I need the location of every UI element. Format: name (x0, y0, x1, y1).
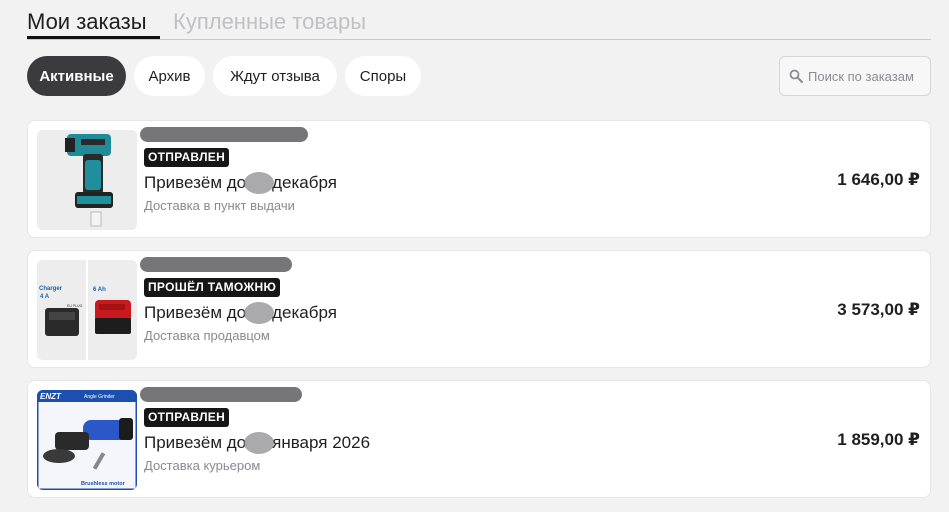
tab-my-orders[interactable]: Мои заказы (27, 8, 147, 36)
delivery-month: декабря (272, 173, 337, 192)
product-type-label: Angle Grinder (84, 394, 115, 400)
impact-driver-image (37, 130, 137, 230)
search-icon (789, 69, 803, 83)
plug-label: EU PLUG (67, 304, 83, 308)
redacted-title (140, 387, 302, 402)
order-card[interactable]: Charger 4 A EU PLUG 6 Ah ПРОШЁЛ ТАМОЖНЮ … (27, 250, 931, 368)
delivery-month: января 2026 (272, 433, 371, 452)
delivery-date: Привезём до января 2026 (144, 432, 370, 454)
order-card[interactable]: ОТПРАВЛЕН Привезём до декабря Доставка в… (27, 120, 931, 238)
delivery-date: Привезём до декабря (144, 302, 337, 324)
delivery-month: декабря (272, 303, 337, 322)
filter-archive[interactable]: Архив (134, 56, 205, 96)
search-input[interactable]: Поиск по заказам (779, 56, 931, 96)
filter-active[interactable]: Активные (27, 56, 126, 96)
order-price: 1 859,00 ₽ (837, 430, 920, 449)
status-badge: ПРОШЁЛ ТАМОЖНЮ (144, 278, 281, 297)
filter-awaiting-review[interactable]: Ждут отзыва (213, 56, 337, 96)
redacted-title (140, 257, 292, 272)
orders-page: Мои заказы Купленные товары Активные Арх… (0, 0, 949, 512)
charger-battery-image: Charger 4 A EU PLUG 6 Ah (37, 260, 137, 360)
battery-label: 6 Ah (93, 287, 106, 293)
redacted-day (244, 172, 275, 194)
delivery-prefix: Привезём до (144, 173, 247, 192)
order-price: 3 573,00 ₽ (837, 300, 920, 319)
redacted-day (244, 302, 275, 324)
redacted-title (140, 127, 308, 142)
delivery-method: Доставка продавцом (144, 328, 270, 343)
search-placeholder: Поиск по заказам (808, 68, 914, 84)
orders-tabs: Мои заказы Купленные товары (27, 0, 931, 40)
charger-label: Charger (39, 286, 63, 292)
status-badge: ОТПРАВЛЕН (144, 408, 230, 427)
status-badge: ОТПРАВЛЕН (144, 148, 230, 167)
active-tab-underline (27, 36, 160, 39)
delivery-prefix: Привезём до (144, 303, 247, 322)
angle-grinder-image: ENZT Angle Grinder Brushless motor (37, 390, 137, 490)
filter-disputes[interactable]: Споры (345, 56, 421, 96)
charger-amp-label: 4 A (40, 294, 50, 300)
delivery-method: Доставка курьером (144, 458, 261, 473)
delivery-date: Привезём до декабря (144, 172, 337, 194)
order-card[interactable]: ENZT Angle Grinder Brushless motor ОТПРА… (27, 380, 931, 498)
brand-label: ENZT (40, 392, 62, 401)
delivery-prefix: Привезём до (144, 433, 247, 452)
motor-label: Brushless motor (81, 481, 126, 487)
tab-purchased-items[interactable]: Купленные товары (173, 8, 366, 36)
redacted-day (244, 432, 275, 454)
delivery-method: Доставка в пункт выдачи (144, 198, 295, 213)
order-price: 1 646,00 ₽ (837, 170, 920, 189)
